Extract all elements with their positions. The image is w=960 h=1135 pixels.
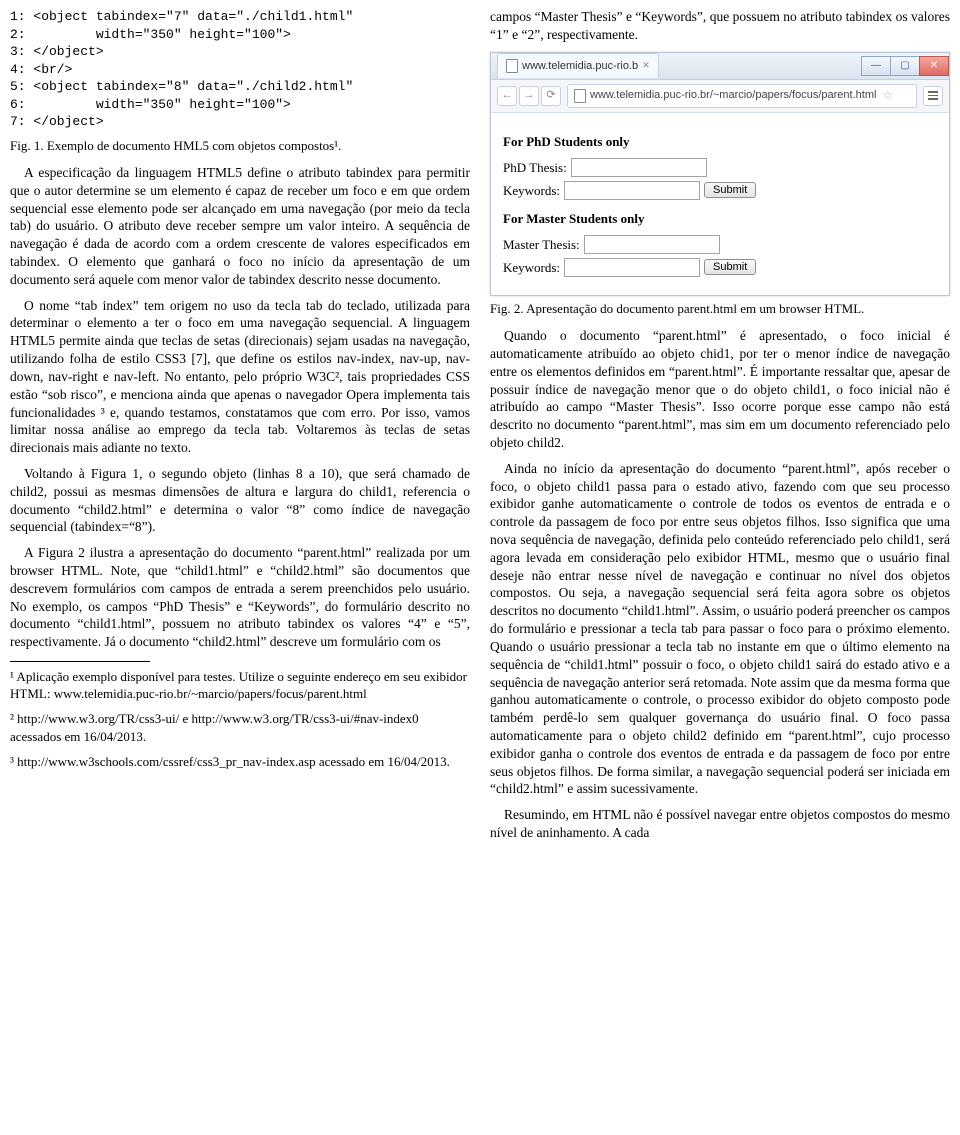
para-tabindex-origin: O nome “tab index” tem origem no uso da … <box>10 297 470 457</box>
menu-button[interactable] <box>923 86 943 106</box>
file-icon <box>574 89 586 103</box>
code-line: 3: </object> <box>10 44 104 59</box>
browser-tab[interactable]: www.telemidia.puc-rio.b ✕ <box>497 53 659 78</box>
browser-title-bar: www.telemidia.puc-rio.b ✕ — ▢ ✕ <box>491 53 949 80</box>
figure-2-caption: Fig. 2. Apresentação do documento parent… <box>490 300 950 317</box>
section-master-title: For Master Students only <box>503 210 937 227</box>
code-line: 4: <br/> <box>10 62 72 77</box>
phd-thesis-input[interactable] <box>571 158 707 177</box>
para-figure2-intro: A Figura 2 ilustra a apresentação do doc… <box>10 544 470 651</box>
label-phd: PhD Thesis: <box>503 159 567 176</box>
url-field[interactable]: www.telemidia.puc-rio.br/~marcio/papers/… <box>567 84 917 108</box>
close-icon[interactable]: ✕ <box>642 60 650 72</box>
footnotes: ¹ Aplicação exemplo disponível para test… <box>10 668 470 770</box>
figure-1-caption: Fig. 1. Exemplo de documento HML5 com ob… <box>10 137 470 154</box>
forward-button[interactable]: → <box>519 86 539 106</box>
form-row-keywords2: Keywords: Submit <box>503 258 937 277</box>
section-phd-title: For PhD Students only <box>503 133 937 150</box>
maximize-button[interactable]: ▢ <box>890 56 920 76</box>
para-summary: Resumindo, em HTML não é possível navega… <box>490 806 950 842</box>
para-child2: Voltando à Figura 1, o segundo objeto (l… <box>10 465 470 536</box>
window-buttons: — ▢ ✕ <box>861 56 949 76</box>
footnote-3: ³ http://www.w3schools.com/cssref/css3_p… <box>10 753 470 770</box>
footnote-2: ² http://www.w3.org/TR/css3-ui/ e http:/… <box>10 710 470 744</box>
address-bar: ← → ⟳ www.telemidia.puc-rio.br/~marcio/p… <box>491 80 949 113</box>
minimize-button[interactable]: — <box>861 56 891 76</box>
file-icon <box>506 59 518 73</box>
back-button[interactable]: ← <box>497 86 517 106</box>
page-columns: 1: <object tabindex="7" data="./child1.h… <box>10 8 950 850</box>
right-column: campos “Master Thesis” e “Keywords”, que… <box>490 8 950 850</box>
footnote-1: ¹ Aplicação exemplo disponível para test… <box>10 668 470 702</box>
rendered-page: For PhD Students only PhD Thesis: Keywor… <box>491 113 949 295</box>
code-listing: 1: <object tabindex="7" data="./child1.h… <box>10 8 470 131</box>
nav-arrows: ← → ⟳ <box>497 86 561 106</box>
label-keywords: Keywords: <box>503 182 560 199</box>
close-button[interactable]: ✕ <box>919 56 949 76</box>
menu-line-icon <box>928 95 938 97</box>
menu-line-icon <box>928 91 938 93</box>
code-line: 1: <object tabindex="7" data="./child1.h… <box>10 9 353 24</box>
reload-button[interactable]: ⟳ <box>541 86 561 106</box>
code-line: 2: width="350" height="100"> <box>10 27 291 42</box>
menu-line-icon <box>928 98 938 100</box>
submit-button-2[interactable]: Submit <box>704 259 756 275</box>
master-thesis-input[interactable] <box>584 235 720 254</box>
code-line: 6: width="350" height="100"> <box>10 97 291 112</box>
form-row-master: Master Thesis: <box>503 235 937 254</box>
label-keywords: Keywords: <box>503 259 560 276</box>
keywords-input-1[interactable] <box>564 181 700 200</box>
para-continuation: campos “Master Thesis” e “Keywords”, que… <box>490 8 950 44</box>
left-column: 1: <object tabindex="7" data="./child1.h… <box>10 8 470 850</box>
keywords-input-2[interactable] <box>564 258 700 277</box>
code-line: 7: </object> <box>10 114 104 129</box>
footnote-separator <box>10 661 150 662</box>
para-tabindex-spec: A especificação da linguagem HTML5 defin… <box>10 164 470 289</box>
browser-screenshot: www.telemidia.puc-rio.b ✕ — ▢ ✕ ← → ⟳ ww… <box>490 52 950 296</box>
para-focus-initial: Quando o documento “parent.html” é apres… <box>490 327 950 452</box>
code-line: 5: <object tabindex="8" data="./child2.h… <box>10 79 353 94</box>
url-text: www.telemidia.puc-rio.br/~marcio/papers/… <box>590 88 876 103</box>
star-icon[interactable]: ☆ <box>882 88 893 104</box>
para-child1-active: Ainda no início da apresentação do docum… <box>490 460 950 798</box>
form-row-phd: PhD Thesis: <box>503 158 937 177</box>
tab-title: www.telemidia.puc-rio.b <box>522 59 638 74</box>
label-master: Master Thesis: <box>503 236 580 253</box>
submit-button-1[interactable]: Submit <box>704 182 756 198</box>
form-row-keywords1: Keywords: Submit <box>503 181 937 200</box>
